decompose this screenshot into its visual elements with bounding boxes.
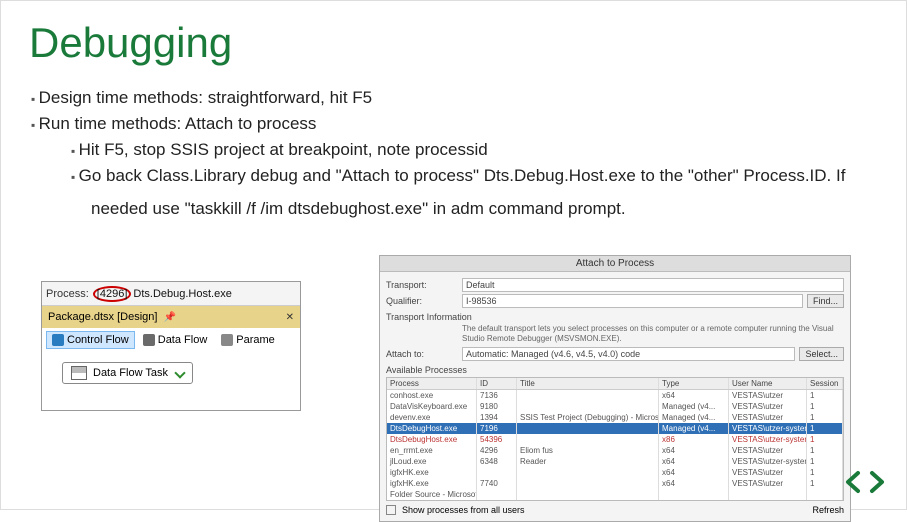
bullet-list: Design time methods: straightforward, hi… xyxy=(31,87,876,221)
available-processes-label: Available Processes xyxy=(386,365,844,375)
bullet-item: Design time methods: straightforward, hi… xyxy=(31,87,876,110)
table-row[interactable]: DataVisKeyboard.exe9180Managed (v4...VES… xyxy=(387,401,843,412)
process-table: Process ID Title Type User Name Session … xyxy=(386,377,844,501)
transport-label: Transport: xyxy=(386,280,458,290)
table-row[interactable]: igfxHK.exe7740x64VESTAS\utzer1 xyxy=(387,478,843,489)
attach-to-label: Attach to: xyxy=(386,349,458,359)
table-row[interactable]: Folder Source - Microsoft Visual Studio xyxy=(387,489,843,500)
close-icon: ✕ xyxy=(286,312,294,323)
tool-row: Control Flow Data Flow Parame xyxy=(42,328,300,352)
screenshot-left: Process: [4296] Dts.Debug.Host.exe Packa… xyxy=(41,281,301,411)
show-all-checkbox[interactable] xyxy=(386,505,396,515)
bullet-sub-item: Go back Class.Library debug and "Attach … xyxy=(71,165,876,188)
process-name: Dts.Debug.Host.exe xyxy=(133,288,231,300)
bullet-item: Run time methods: Attach to process xyxy=(31,113,876,136)
process-label: Process: xyxy=(46,288,89,300)
task-icon xyxy=(71,366,87,380)
find-button[interactable]: Find... xyxy=(807,294,844,308)
table-header: Process ID Title Type User Name Session xyxy=(387,378,843,390)
refresh-button[interactable]: Refresh xyxy=(812,505,844,515)
control-flow-icon xyxy=(52,334,64,346)
table-row[interactable]: jlLoud.exe6348Readerx64VESTAS\utzer-syst… xyxy=(387,456,843,467)
nav-arrows-icon xyxy=(844,467,886,497)
table-row[interactable]: devenv.exe1394SSIS Test Project (Debuggi… xyxy=(387,412,843,423)
table-row[interactable]: DtsDebugHost.exe54396x86VESTAS\utzer-sys… xyxy=(387,434,843,445)
attach-to-value: Automatic: Managed (v4.6, v4.5, v4.0) co… xyxy=(462,347,795,361)
show-all-label: Show processes from all users xyxy=(402,505,525,515)
table-row[interactable]: en_rrmt.exe4296Eliom fusx64VESTAS\utzer1 xyxy=(387,445,843,456)
transport-select[interactable]: Default xyxy=(462,278,844,292)
data-flow-task[interactable]: Data Flow Task xyxy=(62,362,193,384)
transport-info-label: Transport Information xyxy=(386,312,844,322)
qualifier-input[interactable]: I-98536 xyxy=(462,294,803,308)
pin-icon: 📌 xyxy=(163,312,175,323)
bullet-continuation: needed use "taskkill /f /im dtsdebughost… xyxy=(91,198,876,221)
select-button[interactable]: Select... xyxy=(799,347,844,361)
dialog-title: Attach to Process xyxy=(380,256,850,272)
parameters-icon xyxy=(221,334,233,346)
control-flow-tab[interactable]: Control Flow xyxy=(46,331,135,349)
data-flow-tab[interactable]: Data Flow xyxy=(137,331,214,349)
page-title: Debugging xyxy=(29,19,906,67)
chevron-down-icon xyxy=(174,367,185,378)
data-flow-icon xyxy=(143,334,155,346)
process-row: Process: [4296] Dts.Debug.Host.exe xyxy=(42,282,300,306)
table-row[interactable]: DtsDebugHost.exe7196Managed (v4...VESTAS… xyxy=(387,423,843,434)
parameters-tab[interactable]: Parame xyxy=(215,331,281,349)
attach-process-dialog: Attach to Process Transport: Default Qua… xyxy=(379,255,851,522)
tab-label: Package.dtsx [Design] xyxy=(48,311,157,323)
bullet-sub-item: Hit F5, stop SSIS project at breakpoint,… xyxy=(71,139,876,162)
qualifier-label: Qualifier: xyxy=(386,296,458,306)
table-row[interactable]: conhost.exe7136x64VESTAS\utzer1 xyxy=(387,390,843,401)
transport-info-text: The default transport lets you select pr… xyxy=(462,324,844,343)
tab-row: Package.dtsx [Design] 📌 ✕ xyxy=(42,306,300,328)
pid-circle: [4296] xyxy=(93,286,132,302)
table-row[interactable]: igfxHK.exex64VESTAS\utzer1 xyxy=(387,467,843,478)
